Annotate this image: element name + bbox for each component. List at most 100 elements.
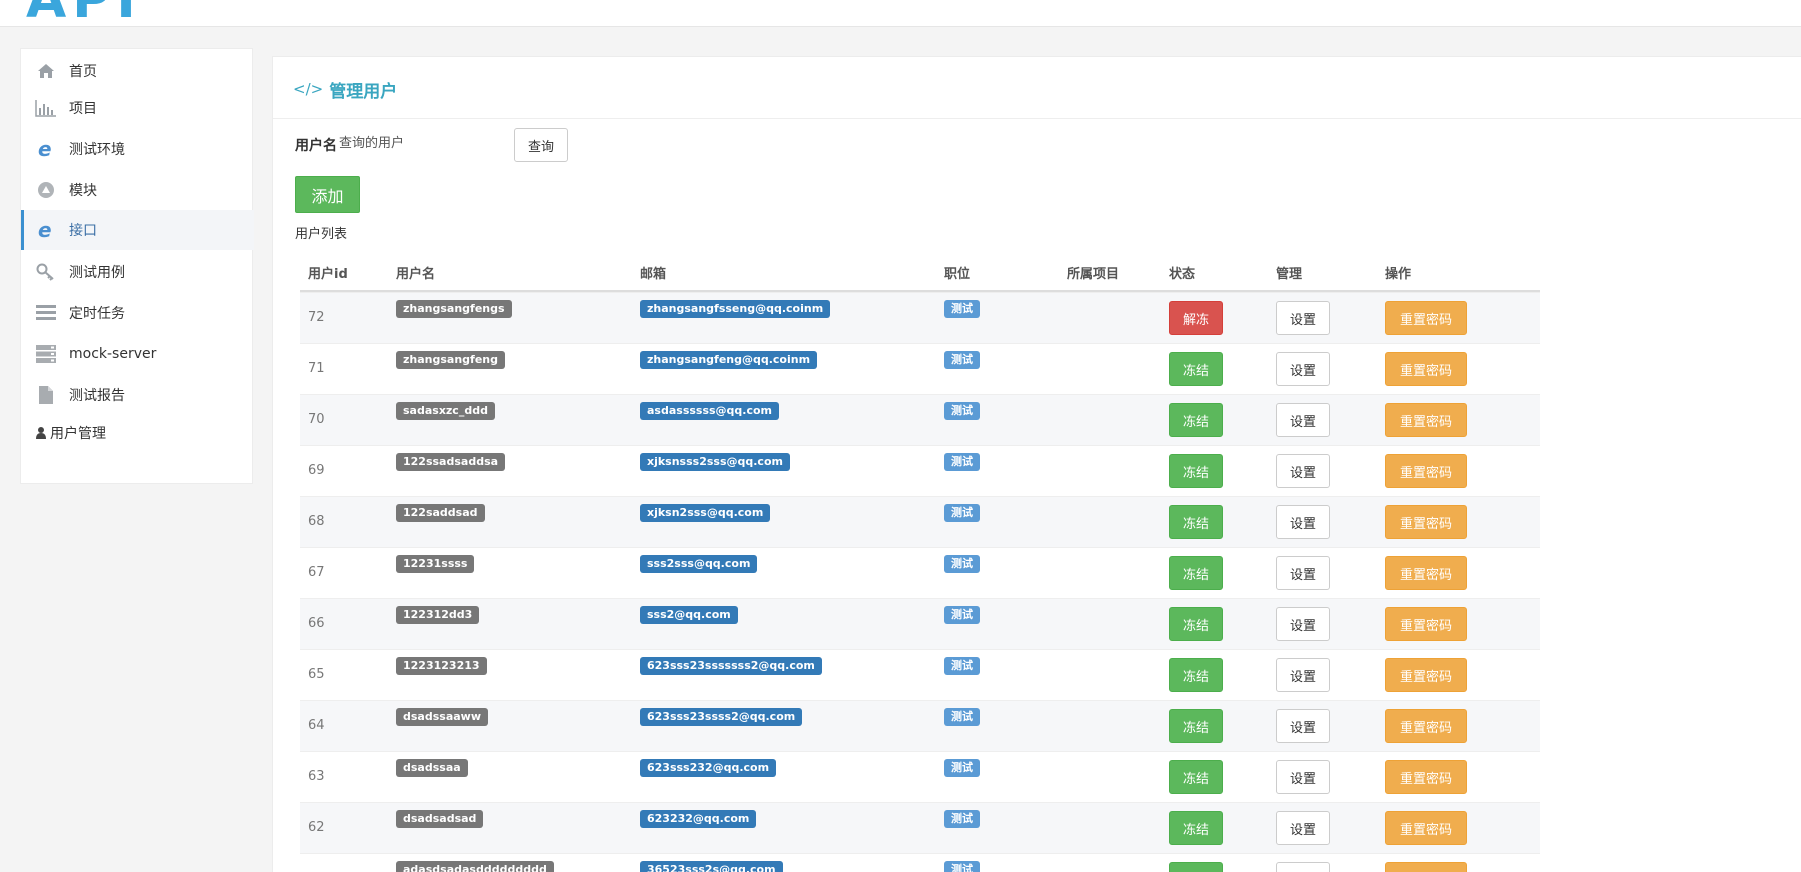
position-label: 测试: [944, 606, 980, 624]
ie-icon: e: [35, 139, 57, 159]
email-label: zhangsangfeng@qq.coinm: [640, 351, 818, 369]
sidebar-item-projects[interactable]: 项目: [21, 88, 254, 128]
operation-cell: 重置密码: [1385, 352, 1467, 386]
sidebar-item-user-management[interactable]: 用户管理: [21, 413, 254, 453]
settings-button[interactable]: 设置: [1276, 505, 1330, 539]
user-id: 70: [308, 412, 325, 427]
sidebar-item-modules[interactable]: 模块: [21, 170, 254, 210]
username-cell: 1223123213: [396, 657, 487, 675]
username-cell: dsadssaa: [396, 759, 468, 777]
status-toggle-button[interactable]: 冻结: [1169, 862, 1223, 872]
sidebar-item-test-env[interactable]: e 测试环境: [21, 129, 254, 169]
position-label: 测试: [944, 657, 980, 675]
status-toggle-button[interactable]: 冻结: [1169, 760, 1223, 794]
sidebar-item-interfaces[interactable]: e 接口: [21, 210, 254, 250]
sidebar-item-mock-server[interactable]: mock-server: [21, 334, 254, 374]
sidebar-item-scheduled-tasks[interactable]: 定时任务: [21, 293, 254, 333]
user-id: 63: [308, 769, 325, 784]
users-table: 用户id 用户名 邮箱 职位 所属项目 状态 管理 操作 72 zhangsang…: [300, 251, 1540, 872]
email-label: 623sss232@qq.com: [640, 759, 777, 777]
status-toggle-button[interactable]: 冻结: [1169, 556, 1223, 590]
operation-cell: 重置密码: [1385, 301, 1467, 335]
reset-password-button[interactable]: 重置密码: [1385, 454, 1467, 488]
module-icon: [35, 180, 57, 200]
status-toggle-button[interactable]: 冻结: [1169, 454, 1223, 488]
status-toggle-button[interactable]: 冻结: [1169, 505, 1223, 539]
status-toggle-button[interactable]: 冻结: [1169, 811, 1223, 845]
settings-button[interactable]: 设置: [1276, 862, 1330, 872]
email-cell: sss2sss@qq.com: [640, 555, 758, 573]
username-label: dsadssaa: [396, 759, 468, 777]
email-cell: 623sss23ssss2@qq.com: [640, 708, 803, 726]
settings-button[interactable]: 设置: [1276, 403, 1330, 437]
status-toggle-button[interactable]: 冻结: [1169, 709, 1223, 743]
reset-password-button[interactable]: 重置密码: [1385, 505, 1467, 539]
column-header: 状态: [1169, 267, 1196, 282]
manage-cell: 设置: [1276, 505, 1330, 539]
status-toggle-button[interactable]: 冻结: [1169, 607, 1223, 641]
reset-password-button[interactable]: 重置密码: [1385, 403, 1467, 437]
user-id: 65: [308, 667, 325, 682]
position-label: 测试: [944, 759, 980, 777]
table-row: 63 dsadssaa 623sss232@qq.com 测试 冻结 设置 重置密码: [300, 751, 1540, 802]
manage-cell: 设置: [1276, 352, 1330, 386]
email-cell: 623232@qq.com: [640, 810, 757, 828]
user-id: 68: [308, 514, 325, 529]
settings-button[interactable]: 设置: [1276, 556, 1330, 590]
code-icon: </>: [293, 80, 324, 98]
ie-icon: e: [35, 220, 57, 240]
user-id: 64: [308, 718, 325, 733]
reset-password-button[interactable]: 重置密码: [1385, 811, 1467, 845]
sidebar-item-test-reports[interactable]: 测试报告: [21, 375, 254, 415]
settings-button[interactable]: 设置: [1276, 760, 1330, 794]
sidebar-item-label: 定时任务: [69, 306, 125, 322]
table-row: 65 1223123213 623sss23sssssss2@qq.com 测试 冻结 设…: [300, 649, 1540, 700]
status-cell: 冻结: [1169, 556, 1223, 590]
status-toggle-button[interactable]: 冻结: [1169, 658, 1223, 692]
add-button[interactable]: 添加: [295, 176, 360, 213]
sidebar-item-home[interactable]: 首页: [21, 51, 254, 91]
username-label: zhangsangfengs: [396, 300, 512, 318]
sidebar-item-test-cases[interactable]: 测试用例: [21, 252, 254, 292]
list-title: 用户列表: [295, 227, 348, 242]
settings-button[interactable]: 设置: [1276, 454, 1330, 488]
status-cell: 冻结: [1169, 454, 1223, 488]
settings-button[interactable]: 设置: [1276, 352, 1330, 386]
settings-button[interactable]: 设置: [1276, 607, 1330, 641]
operation-cell: 重置密码: [1385, 658, 1467, 692]
reset-password-button[interactable]: 重置密码: [1385, 862, 1467, 872]
settings-button[interactable]: 设置: [1276, 811, 1330, 845]
operation-cell: 重置密码: [1385, 862, 1467, 872]
reset-password-button[interactable]: 重置密码: [1385, 760, 1467, 794]
query-button[interactable]: 查询: [514, 128, 568, 162]
username-label: 1223123213: [396, 657, 487, 675]
column-header: 用户名: [396, 267, 436, 282]
status-toggle-button[interactable]: 冻结: [1169, 352, 1223, 386]
search-label: 用户名: [295, 138, 337, 154]
email-label: 623232@qq.com: [640, 810, 757, 828]
sidebar: 首页 项目 e 测试环境 模块 e 接口 测试用例 定时任务 mock-serv…: [20, 48, 254, 484]
manage-cell: 设置: [1276, 301, 1330, 335]
settings-button[interactable]: 设置: [1276, 709, 1330, 743]
reset-password-button[interactable]: 重置密码: [1385, 556, 1467, 590]
username-cell: 122312dd3: [396, 606, 480, 624]
manage-cell: 设置: [1276, 607, 1330, 641]
email-cell: zhangsangfeng@qq.coinm: [640, 351, 818, 369]
email-label: asdassssss@qq.com: [640, 402, 780, 420]
reset-password-button[interactable]: 重置密码: [1385, 709, 1467, 743]
email-cell: 36523sss2s@qq.com: [640, 861, 783, 872]
search-input[interactable]: [339, 130, 499, 156]
user-id: 69: [308, 463, 325, 478]
page-title-text: 管理用户: [329, 81, 398, 102]
reset-password-button[interactable]: 重置密码: [1385, 352, 1467, 386]
settings-button[interactable]: 设置: [1276, 301, 1330, 335]
settings-button[interactable]: 设置: [1276, 658, 1330, 692]
status-toggle-button[interactable]: 冻结: [1169, 403, 1223, 437]
reset-password-button[interactable]: 重置密码: [1385, 301, 1467, 335]
operation-cell: 重置密码: [1385, 454, 1467, 488]
position-label: 测试: [944, 708, 980, 726]
status-toggle-button[interactable]: 解冻: [1169, 301, 1223, 335]
reset-password-button[interactable]: 重置密码: [1385, 658, 1467, 692]
reset-password-button[interactable]: 重置密码: [1385, 607, 1467, 641]
table-row: 70 sadasxzc_ddd asdassssss@qq.com 测试 冻结 设置 重置密…: [300, 394, 1540, 445]
